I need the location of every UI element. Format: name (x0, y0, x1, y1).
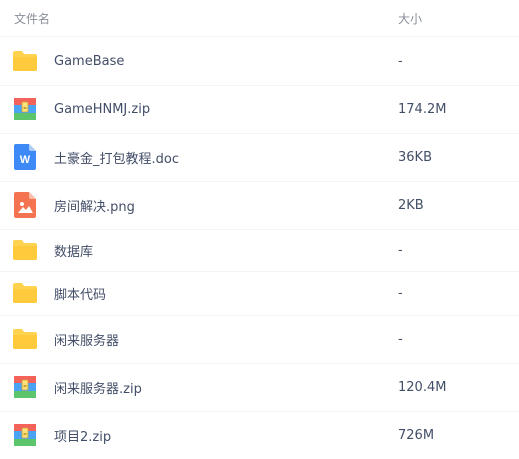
file-list-header: 文件名 大小 (0, 0, 519, 37)
file-size: 2KB (398, 197, 424, 213)
file-row[interactable]: 脚本代码 - (0, 271, 519, 316)
file-row[interactable]: 数据库 - (0, 229, 519, 272)
file-size: 726M (398, 427, 435, 443)
image-file-icon (12, 192, 38, 218)
file-row[interactable]: GameBase - (0, 37, 519, 86)
file-size: 36KB (398, 149, 432, 165)
file-row[interactable]: W 土豪金_打包教程.doc 36KB (0, 133, 519, 182)
file-size: - (398, 285, 403, 301)
file-name[interactable]: 闲来服务器 (54, 330, 119, 349)
folder-icon (12, 280, 38, 306)
file-size: - (398, 53, 403, 69)
zip-file-icon (12, 96, 38, 122)
column-header-size[interactable]: 大小 (398, 10, 422, 27)
file-name[interactable]: 房间解决.png (54, 196, 135, 215)
folder-icon (12, 326, 38, 352)
file-name[interactable]: 脚本代码 (54, 284, 106, 303)
word-doc-icon: W (12, 144, 38, 170)
zip-file-icon (12, 374, 38, 400)
svg-text:W: W (20, 154, 31, 166)
file-name[interactable]: 闲来服务器.zip (54, 378, 142, 397)
file-row[interactable]: GameHNMJ.zip 174.2M (0, 85, 519, 134)
file-size: 120.4M (398, 379, 447, 395)
file-row[interactable]: 闲来服务器.zip 120.4M (0, 363, 519, 412)
file-size: - (398, 331, 403, 347)
file-size: - (398, 242, 403, 258)
file-name[interactable]: 项目2.zip (54, 426, 111, 445)
file-row[interactable]: 闲来服务器 - (0, 315, 519, 364)
file-name[interactable]: 土豪金_打包教程.doc (54, 148, 179, 167)
zip-file-icon (12, 422, 38, 448)
file-name[interactable]: GameBase (54, 54, 124, 69)
file-name[interactable]: GameHNMJ.zip (54, 102, 150, 117)
file-list: 文件名 大小 GameBase - GameHNMJ.zip 174.2M W … (0, 0, 519, 452)
file-size: 174.2M (398, 101, 447, 117)
file-row[interactable]: 房间解决.png 2KB (0, 181, 519, 230)
file-name[interactable]: 数据库 (54, 241, 93, 260)
folder-icon (12, 237, 38, 263)
folder-icon (12, 48, 38, 74)
column-header-name[interactable]: 文件名 (0, 10, 398, 27)
